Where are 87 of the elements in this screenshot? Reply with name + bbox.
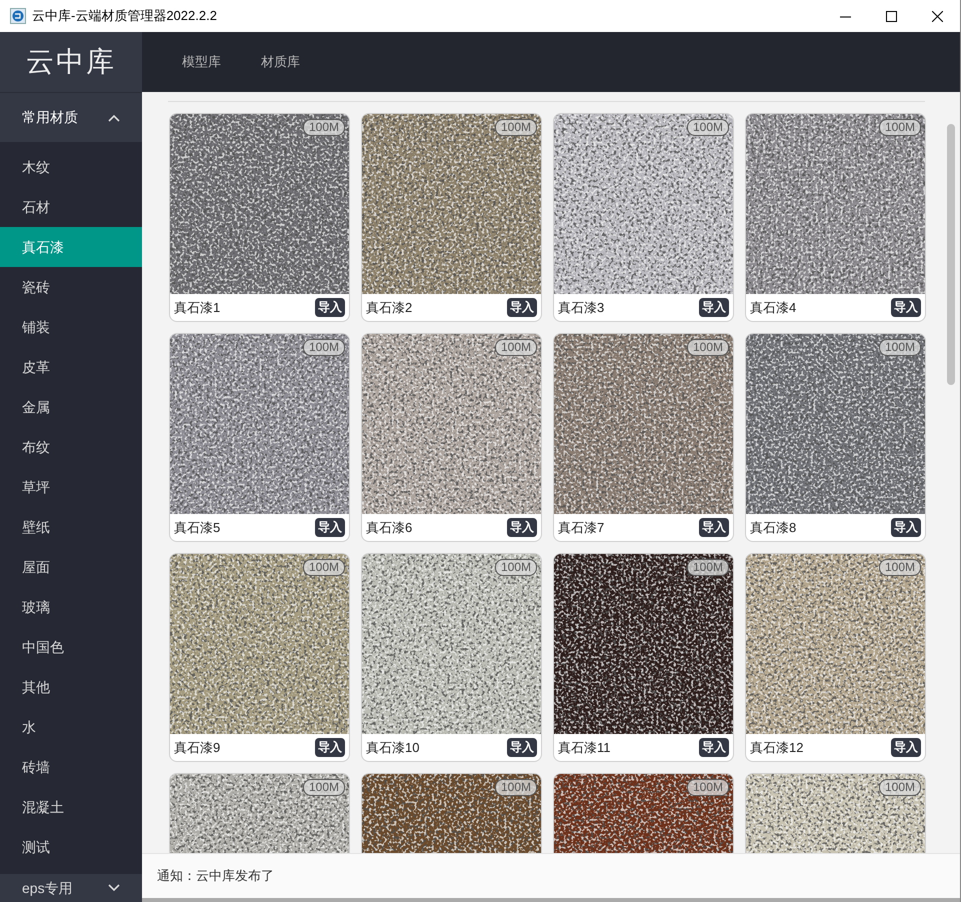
nav-tab[interactable]: 模型库 <box>182 52 221 72</box>
sidebar-item[interactable]: 水 <box>0 707 142 747</box>
size-badge: 100M <box>302 339 345 356</box>
material-name: 真石漆4 <box>750 298 796 317</box>
size-badge: 100M <box>878 779 921 796</box>
material-name: 真石漆7 <box>558 518 604 537</box>
sidebar-item[interactable]: 金属 <box>0 387 142 427</box>
sidebar-item[interactable]: 其他 <box>0 667 142 707</box>
size-badge: 100M <box>494 119 537 136</box>
material-card[interactable]: 100M 真石漆10 导入 <box>361 553 542 762</box>
notification-text: 通知：云中库发布了 <box>157 867 274 886</box>
material-card[interactable]: 100M 真石漆3 导入 <box>553 113 734 322</box>
material-card[interactable]: 100M 真石漆2 导入 <box>361 113 542 322</box>
import-button[interactable]: 导入 <box>315 518 345 537</box>
import-button[interactable]: 导入 <box>507 298 537 317</box>
category-header[interactable]: 常用材质 <box>0 92 142 142</box>
size-badge: 100M <box>302 559 345 576</box>
material-card[interactable]: 100M <box>745 773 926 853</box>
material-card[interactable]: 100M 真石漆12 导入 <box>745 553 926 762</box>
size-badge: 100M <box>878 339 921 356</box>
sidebar-item[interactable]: 真石漆 <box>0 227 142 267</box>
size-badge: 100M <box>302 119 345 136</box>
material-card[interactable]: 100M 真石漆7 导入 <box>553 333 734 542</box>
size-badge: 100M <box>686 339 729 356</box>
nav-tab[interactable]: 材质库 <box>261 52 300 72</box>
material-card[interactable]: 100M <box>169 773 350 853</box>
import-button[interactable]: 导入 <box>315 298 345 317</box>
sidebar-item[interactable]: 皮革 <box>0 347 142 387</box>
material-name: 真石漆11 <box>558 738 610 757</box>
import-button[interactable]: 导入 <box>699 518 729 537</box>
material-card[interactable]: 100M 真石漆6 导入 <box>361 333 542 542</box>
sidebar-item[interactable]: 混凝土 <box>0 787 142 827</box>
chevron-up-icon <box>108 114 120 122</box>
size-badge: 100M <box>686 779 729 796</box>
material-name: 真石漆9 <box>174 738 220 757</box>
material-name: 真石漆8 <box>750 518 796 537</box>
material-card[interactable]: 100M 真石漆9 导入 <box>169 553 350 762</box>
size-badge: 100M <box>686 119 729 136</box>
material-card[interactable]: 100M 真石漆11 导入 <box>553 553 734 762</box>
sidebar-item[interactable]: 测试 <box>0 827 142 867</box>
size-badge: 100M <box>494 339 537 356</box>
material-name: 真石漆2 <box>366 298 412 317</box>
maximize-icon <box>886 10 896 22</box>
window-title: 云中库-云端材质管理器2022.2.2 <box>32 7 217 26</box>
category-header[interactable]: eps专用 <box>0 874 142 902</box>
scrollbar-thumb[interactable] <box>947 124 955 385</box>
import-button[interactable]: 导入 <box>315 738 345 757</box>
material-card[interactable]: 100M <box>553 773 734 853</box>
chevron-down-icon <box>108 884 120 892</box>
import-button[interactable]: 导入 <box>891 518 921 537</box>
import-button[interactable]: 导入 <box>699 738 729 757</box>
close-icon <box>932 10 942 22</box>
material-name: 真石漆5 <box>174 518 220 537</box>
material-name: 真石漆10 <box>366 738 420 757</box>
material-card[interactable]: 100M 真石漆8 导入 <box>745 333 926 542</box>
size-badge: 100M <box>878 559 921 576</box>
size-badge: 100M <box>686 559 729 576</box>
size-badge: 100M <box>302 779 345 796</box>
sidebar-item[interactable]: 草坪 <box>0 467 142 507</box>
sidebar-item[interactable]: 布纹 <box>0 427 142 467</box>
import-button[interactable]: 导入 <box>891 298 921 317</box>
sidebar-item[interactable]: 铺装 <box>0 307 142 347</box>
sidebar-item[interactable]: 壁纸 <box>0 507 142 547</box>
sidebar-item[interactable]: 木纹 <box>0 147 142 187</box>
size-badge: 100M <box>494 559 537 576</box>
app-logo: 云中库 <box>26 45 116 79</box>
sidebar-item[interactable]: 玻璃 <box>0 587 142 627</box>
material-name: 真石漆1 <box>174 298 220 317</box>
material-name: 真石漆3 <box>558 298 604 317</box>
material-name: 真石漆6 <box>366 518 412 537</box>
import-button[interactable]: 导入 <box>699 298 729 317</box>
material-card[interactable]: 100M 真石漆4 导入 <box>745 113 926 322</box>
sidebar-item[interactable]: 砖墙 <box>0 747 142 787</box>
size-badge: 100M <box>494 779 537 796</box>
app-icon <box>10 8 26 24</box>
import-button[interactable]: 导入 <box>891 738 921 757</box>
import-button[interactable]: 导入 <box>507 738 537 757</box>
material-card[interactable]: 100M 真石漆1 导入 <box>169 113 350 322</box>
material-card[interactable]: 100M 真石漆5 导入 <box>169 333 350 542</box>
size-badge: 100M <box>878 119 921 136</box>
sidebar-item[interactable]: 石材 <box>0 187 142 227</box>
sidebar-item[interactable]: 屋面 <box>0 547 142 587</box>
material-card[interactable]: 100M <box>361 773 542 853</box>
sidebar-item[interactable]: 中国色 <box>0 627 142 667</box>
sidebar-item[interactable]: 瓷砖 <box>0 267 142 307</box>
import-button[interactable]: 导入 <box>507 518 537 537</box>
material-name: 真石漆12 <box>750 738 804 757</box>
